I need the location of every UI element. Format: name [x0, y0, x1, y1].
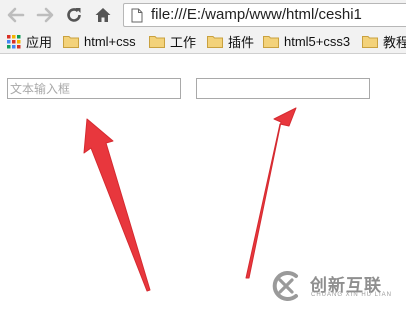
bookmark-label: 应用	[26, 35, 53, 50]
bookmark-apps[interactable]: 应用	[7, 33, 52, 50]
home-icon	[95, 8, 111, 22]
bookmark-label: html5+css3	[284, 34, 351, 49]
folder-icon	[263, 36, 279, 48]
folder-icon	[149, 36, 165, 48]
bookmark-label: html+css	[84, 34, 136, 49]
bookmark-label: 教程	[383, 35, 406, 50]
bookmark-work[interactable]: 工作	[149, 33, 196, 50]
folder-icon	[63, 36, 79, 48]
reload-button[interactable]	[63, 4, 85, 26]
folder-icon	[207, 36, 223, 48]
watermark: 创新互联 CHUANG XIN HU LIAN	[262, 262, 406, 307]
address-bar[interactable]: file:///E:/wamp/www/html/ceshi1	[123, 3, 406, 27]
reload-icon	[67, 8, 81, 22]
page-icon	[131, 8, 143, 23]
text-input-with-placeholder[interactable]	[7, 78, 181, 99]
text-input-empty[interactable]	[196, 78, 370, 99]
back-arrow-icon	[7, 7, 25, 23]
home-button[interactable]	[92, 4, 114, 26]
watermark-sub-text: CHUANG XIN HU LIAN	[311, 292, 393, 298]
bookmarks-bar: 应用 html+css 工作 插件 html5+css3 教程	[0, 29, 406, 54]
bookmark-tutorials[interactable]: 教程	[362, 33, 406, 50]
forward-arrow-icon	[36, 7, 54, 23]
forward-button[interactable]	[34, 4, 56, 26]
chuangxin-logo-icon	[272, 271, 298, 301]
back-button[interactable]	[5, 4, 27, 26]
red-arrow-right	[245, 107, 297, 279]
bookmark-html-css[interactable]: html+css	[63, 33, 136, 50]
red-arrow-left	[83, 118, 151, 292]
browser-toolbar: file:///E:/wamp/www/html/ceshi1	[0, 0, 406, 29]
url-text: file:///E:/wamp/www/html/ceshi1	[151, 6, 362, 23]
bookmark-html5-css3[interactable]: html5+css3	[263, 33, 350, 50]
folder-icon	[362, 36, 378, 48]
apps-grid-icon	[7, 34, 21, 48]
bookmark-plugins[interactable]: 插件	[207, 33, 254, 50]
bookmark-label: 插件	[228, 35, 255, 50]
bookmark-label: 工作	[170, 35, 197, 50]
